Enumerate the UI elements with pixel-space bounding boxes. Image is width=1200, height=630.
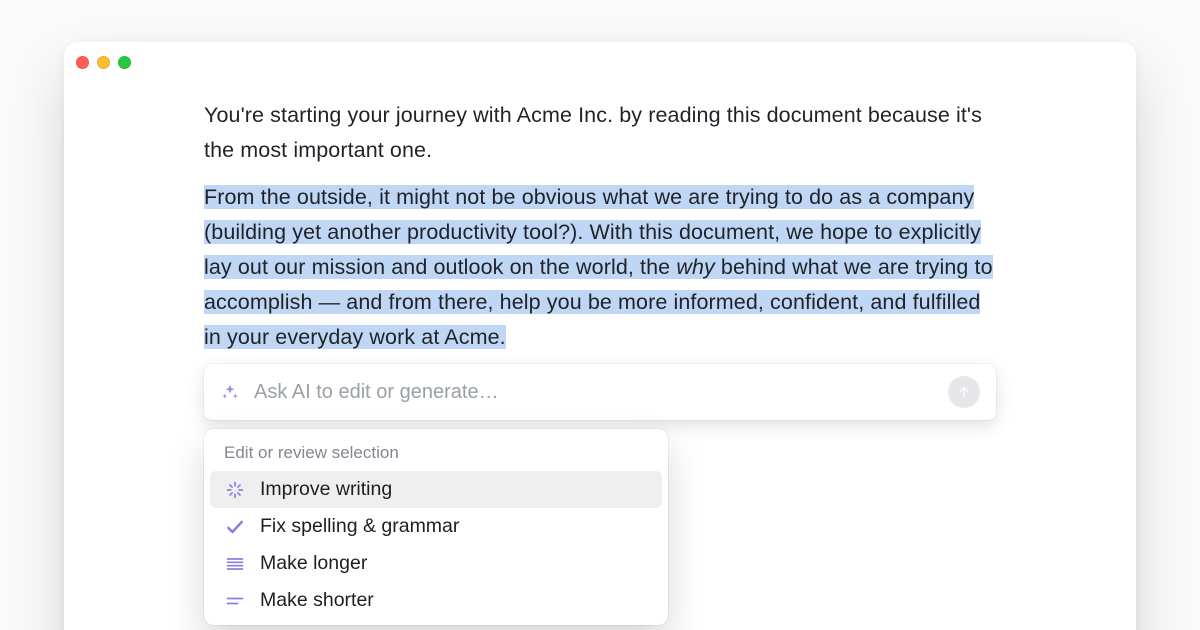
- selection-highlight[interactable]: From the outside, it might not be obviou…: [204, 185, 993, 349]
- ai-command-bar[interactable]: [204, 364, 996, 420]
- arrow-up-icon: [956, 384, 972, 400]
- ai-input[interactable]: [254, 381, 934, 404]
- menu-item-label: Make shorter: [260, 589, 374, 612]
- send-button[interactable]: [948, 376, 980, 408]
- ai-suggestion-dropdown: Edit or review selection Improve writing…: [204, 429, 668, 625]
- menu-item-make-shorter[interactable]: Make shorter: [210, 582, 662, 619]
- menu-item-label: Improve writing: [260, 478, 392, 501]
- app-window: You're starting your journey with Acme I…: [64, 42, 1136, 630]
- check-icon: [224, 516, 246, 538]
- menu-item-make-longer[interactable]: Make longer: [210, 545, 662, 582]
- window-minimize-button[interactable]: [97, 56, 110, 69]
- paragraph-2[interactable]: From the outside, it might not be obviou…: [204, 180, 996, 355]
- window-maximize-button[interactable]: [118, 56, 131, 69]
- lines-long-icon: [224, 553, 246, 575]
- paragraph-2-em: why: [676, 255, 715, 279]
- sparkle-icon: [220, 382, 240, 402]
- lines-short-icon: [224, 590, 246, 612]
- magic-wand-icon: [224, 479, 246, 501]
- menu-item-label: Fix spelling & grammar: [260, 515, 459, 538]
- menu-item-improve-writing[interactable]: Improve writing: [210, 471, 662, 508]
- paragraph-1[interactable]: You're starting your journey with Acme I…: [204, 98, 996, 168]
- menu-item-fix-spelling-grammar[interactable]: Fix spelling & grammar: [210, 508, 662, 545]
- menu-item-label: Make longer: [260, 552, 367, 575]
- dropdown-header: Edit or review selection: [210, 439, 662, 471]
- document-body[interactable]: You're starting your journey with Acme I…: [204, 98, 996, 355]
- window-controls: [76, 56, 131, 69]
- window-close-button[interactable]: [76, 56, 89, 69]
